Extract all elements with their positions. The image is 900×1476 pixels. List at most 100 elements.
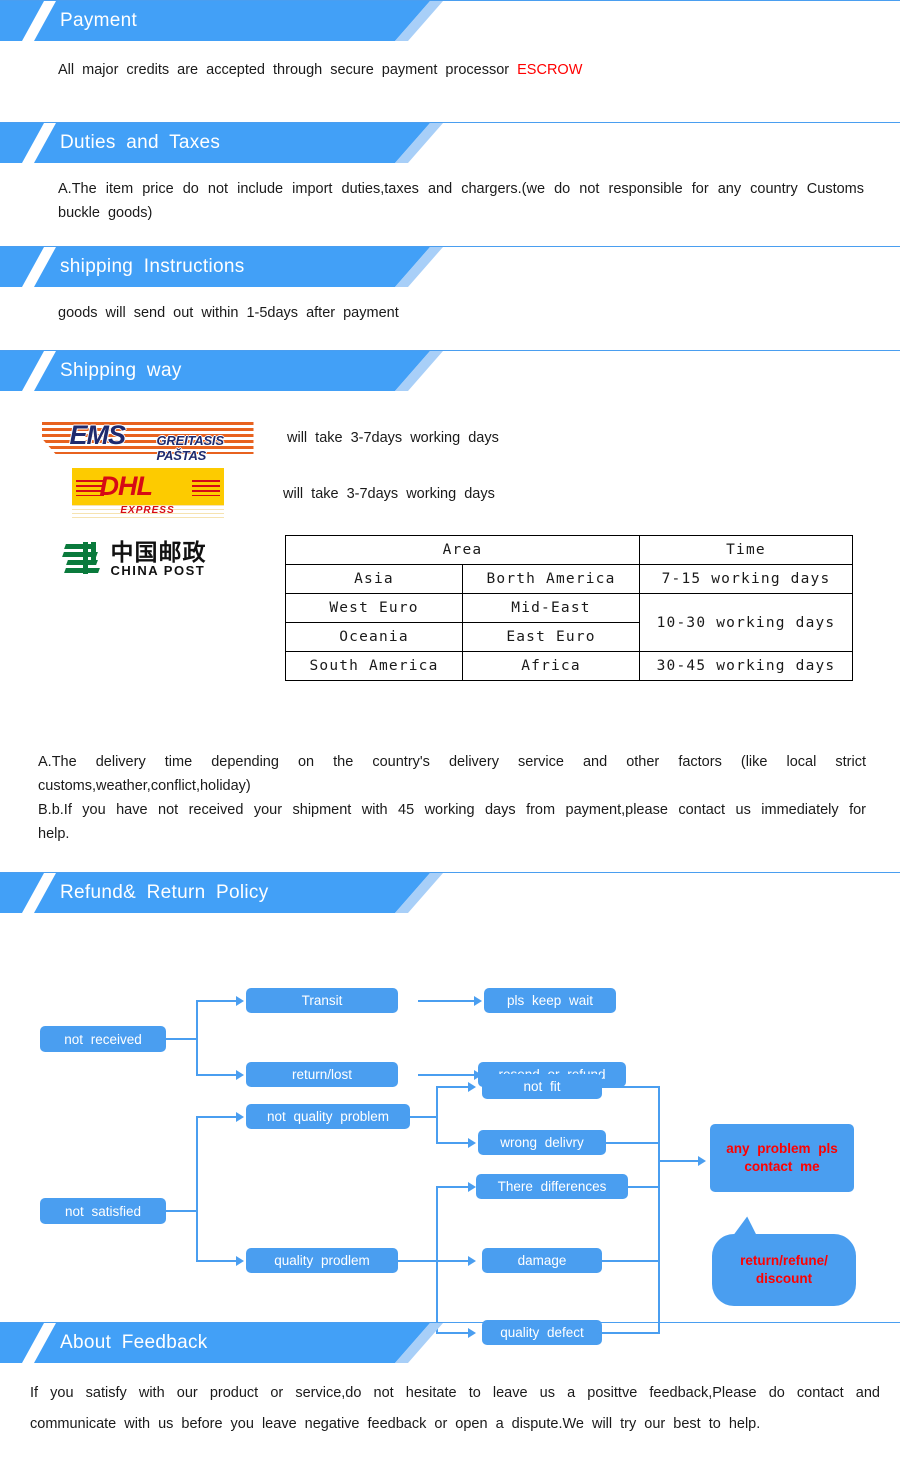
table-cell-time: 7-15 working days xyxy=(639,564,853,594)
flow-line xyxy=(436,1186,470,1188)
flow-line xyxy=(418,1074,476,1076)
flow-arrow-icon xyxy=(236,1070,244,1080)
table-cell-time: 10-30 working days xyxy=(639,593,853,652)
flow-node-not-received: not received xyxy=(40,1026,166,1052)
flow-node-outcome-bubble: return/refune/ discount xyxy=(712,1214,856,1306)
shipping-time-table: Area Time Asia Borth America 7-15 workin… xyxy=(285,535,853,681)
section-refund: Refund& Return Policy not received Trans… xyxy=(0,872,900,1345)
flow-line xyxy=(628,1186,660,1188)
feedback-text: If you satisfy with our product or servi… xyxy=(30,1385,880,1432)
escrow-highlight: ESCROW xyxy=(517,62,583,78)
flow-line xyxy=(436,1086,438,1144)
flow-line xyxy=(196,1000,238,1002)
flow-line xyxy=(436,1142,470,1144)
flow-node-wrong-delivry: wrong delivry xyxy=(478,1130,606,1155)
shipping-instructions-text: goods will send out within 1-5days after… xyxy=(58,305,399,321)
dhl-wordmark: DHL xyxy=(99,471,153,501)
contact-me-line1: any problem pls xyxy=(726,1141,838,1156)
flow-line xyxy=(658,1086,660,1334)
ems-wordmark: EMS xyxy=(69,420,127,450)
table-row: Asia Borth America 7-15 working days xyxy=(285,564,853,594)
dhl-delivery-note: will take 3-7days working days xyxy=(283,486,495,502)
china-post-emblem-icon xyxy=(61,542,105,578)
flow-line xyxy=(166,1210,198,1212)
china-post-cn-name: 中国邮政 xyxy=(110,540,207,566)
table-header-time: Time xyxy=(639,535,853,565)
section-feedback: About Feedback If you satisfy with our p… xyxy=(0,1322,900,1432)
section-title: Shipping way xyxy=(60,360,182,381)
flow-arrow-icon xyxy=(468,1256,476,1266)
carrier-row-china-post: 中国邮政 CHINA POST Area Time Asia Borth Ame… xyxy=(40,535,853,681)
flow-line xyxy=(418,1000,476,1002)
ems-logo-slot: EMS GREITASIS PAŠTAS xyxy=(40,420,255,463)
flow-node-there-differences: There differences xyxy=(476,1174,628,1199)
section-title: About Feedback xyxy=(60,1332,208,1353)
policy-page: Payment All major credits are accepted t… xyxy=(0,0,900,1476)
china-post-logo: 中国邮政 CHINA POST xyxy=(61,539,233,581)
flow-line xyxy=(436,1260,470,1262)
flow-line xyxy=(436,1086,470,1088)
section-payment: Payment All major credits are accepted t… xyxy=(0,0,900,78)
flow-node-contact-me: any problem pls contact me xyxy=(710,1124,854,1192)
table-cell-area2: Borth America xyxy=(462,564,640,594)
flow-line xyxy=(658,1160,700,1162)
ems-logo: EMS GREITASIS PAŠTAS xyxy=(41,420,254,463)
flow-arrow-icon xyxy=(474,996,482,1006)
dhl-express-label: EXPRESS xyxy=(120,505,175,516)
flow-arrow-icon xyxy=(698,1156,706,1166)
flow-line xyxy=(398,1260,438,1262)
flow-line xyxy=(410,1116,438,1118)
carrier-row-dhl: DHL EXPRESS will take 3-7days working da… xyxy=(40,468,495,520)
table-row: West Euro Mid-East 10-30 working days xyxy=(285,593,853,652)
shipping-note-a: A.The delivery time depending on the cou… xyxy=(38,754,866,794)
dhl-logo-slot: DHL EXPRESS xyxy=(40,468,255,520)
flow-line xyxy=(436,1186,438,1332)
carrier-row-ems: EMS GREITASIS PAŠTAS will take 3-7days w… xyxy=(40,420,499,463)
flow-node-not-fit: not fit xyxy=(482,1074,602,1099)
flow-line xyxy=(196,1074,238,1076)
banner-shipping-way: Shipping way xyxy=(0,351,443,391)
banner-shipping-instructions: shipping Instructions xyxy=(0,247,443,287)
ems-subtitle: GREITASIS PAŠTAS xyxy=(156,433,225,463)
flow-node-transit: Transit xyxy=(246,988,398,1013)
flow-node-return-lost: return/lost xyxy=(246,1062,398,1087)
flow-line xyxy=(602,1260,660,1262)
flow-line xyxy=(196,1260,238,1262)
flow-node-quality-prodlem: quality prodlem xyxy=(246,1248,398,1273)
banner-feedback: About Feedback xyxy=(0,1323,443,1363)
china-post-text: 中国邮政 CHINA POST xyxy=(111,542,207,578)
flow-node-damage: damage xyxy=(482,1248,602,1273)
section-title: Refund& Return Policy xyxy=(60,882,269,903)
table-cell-area2: Africa xyxy=(462,651,640,681)
payment-text-main: All major credits are accepted through s… xyxy=(58,62,510,78)
flow-line xyxy=(166,1038,198,1040)
duties-text: A.The item price do not include import d… xyxy=(58,181,864,221)
table-cell-area1: Asia xyxy=(285,564,463,594)
flow-arrow-icon xyxy=(236,1256,244,1266)
outcome-line2: discount xyxy=(755,1271,813,1286)
china-post-en-name: CHINA POST xyxy=(110,563,206,578)
flow-line xyxy=(602,1086,660,1088)
banner-refund: Refund& Return Policy xyxy=(0,873,443,913)
dhl-logo: DHL EXPRESS xyxy=(71,468,224,520)
flow-arrow-icon xyxy=(468,1082,476,1092)
section-title: shipping Instructions xyxy=(60,256,245,277)
flow-arrow-icon xyxy=(468,1182,476,1192)
banner-duties: Duties and Taxes xyxy=(0,123,443,163)
table-cell-area1: West Euro xyxy=(285,593,463,623)
table-cell-area1: South America xyxy=(285,651,463,681)
flow-line xyxy=(196,1116,198,1262)
flow-line xyxy=(606,1142,660,1144)
flow-arrow-icon xyxy=(236,996,244,1006)
flow-line xyxy=(196,1000,198,1076)
shipping-note-b: B.b.If you have not received your shipme… xyxy=(38,802,866,842)
refund-flow-diagram: not received Transit return/lost pls kee… xyxy=(0,922,900,1345)
flow-line xyxy=(196,1116,238,1118)
payment-text: All major credits are accepted through s… xyxy=(58,58,858,82)
table-cell-area2: East Euro xyxy=(462,622,640,652)
banner-payment: Payment xyxy=(0,1,443,41)
contact-me-line2: contact me xyxy=(744,1159,820,1174)
flow-node-not-satisfied: not satisfied xyxy=(40,1198,166,1224)
outcome-line1: return/refune/ xyxy=(740,1253,828,1268)
section-duties: Duties and Taxes A.The item price do not… xyxy=(0,122,900,221)
